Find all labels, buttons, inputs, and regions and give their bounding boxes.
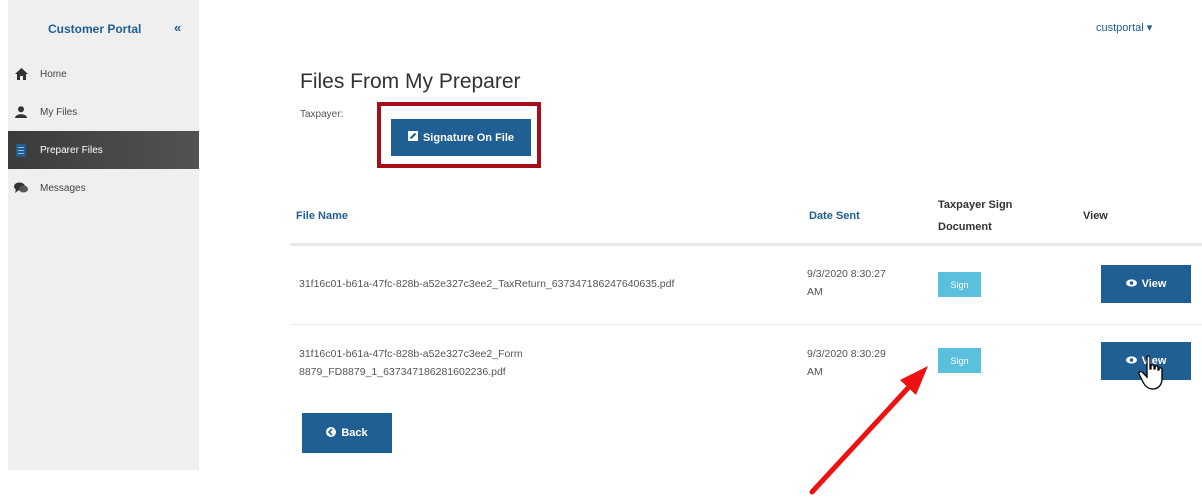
arrow-left-circle-icon (326, 426, 337, 440)
table-header-divider (290, 243, 1202, 246)
signature-on-file-button[interactable]: Signature On File (391, 119, 531, 156)
signature-on-file-label: Signature On File (422, 131, 515, 144)
sign-button[interactable]: Sign (938, 272, 981, 297)
column-header-view: View (1083, 210, 1108, 222)
taxpayer-label: Taxpayer: (300, 109, 344, 120)
view-label: View (1141, 278, 1167, 290)
back-button[interactable]: Back (302, 413, 392, 453)
file-name-cell: 31f16c01-b61a-47fc-828b-a52e327c3ee2_Tax… (299, 278, 675, 290)
sidebar: Customer Portal « Home My Files Preparer… (8, 0, 199, 470)
column-header-sign-line2: Document (938, 221, 992, 233)
sign-button[interactable]: Sign (938, 348, 981, 373)
sidebar-item-label: My Files (40, 106, 78, 118)
file-name-cell-line2: 8879_FD8879_1_637347186281602236.pdf (299, 366, 506, 378)
user-menu[interactable]: custportal ▾ (1096, 21, 1152, 34)
document-icon (14, 143, 28, 157)
column-header-file-name[interactable]: File Name (296, 210, 348, 222)
sidebar-item-label: Preparer Files (40, 144, 103, 156)
back-label: Back (341, 427, 368, 439)
sidebar-item-label: Home (40, 68, 67, 80)
home-icon (14, 67, 28, 81)
column-header-date-sent[interactable]: Date Sent (809, 210, 860, 222)
annotation-arrow-icon (800, 360, 940, 503)
date-sent-cell: 9/3/2020 8:30:27 (807, 268, 886, 280)
sidebar-item-messages[interactable]: Messages (8, 169, 199, 207)
sidebar-item-preparer-files[interactable]: Preparer Files (8, 131, 199, 169)
page-title: Files From My Preparer (300, 70, 521, 93)
user-icon (14, 105, 28, 119)
hand-cursor-icon (1138, 355, 1166, 396)
sidebar-item-home[interactable]: Home (8, 55, 199, 93)
date-sent-cell-ampm: AM (807, 286, 823, 298)
sidebar-item-my-files[interactable]: My Files (8, 93, 199, 131)
collapse-sidebar-button[interactable]: « (174, 20, 181, 35)
column-header-sign-line1: Taxpayer Sign (938, 199, 1013, 211)
eye-icon (1125, 278, 1137, 290)
brand-title: Customer Portal (48, 22, 142, 36)
edit-icon (407, 131, 418, 144)
row-divider (290, 324, 1202, 325)
file-name-cell: 31f16c01-b61a-47fc-828b-a52e327c3ee2_For… (299, 348, 523, 360)
sidebar-item-label: Messages (40, 182, 86, 194)
eye-icon (1125, 355, 1137, 367)
comments-icon (14, 181, 28, 195)
view-button[interactable]: View (1101, 265, 1191, 303)
